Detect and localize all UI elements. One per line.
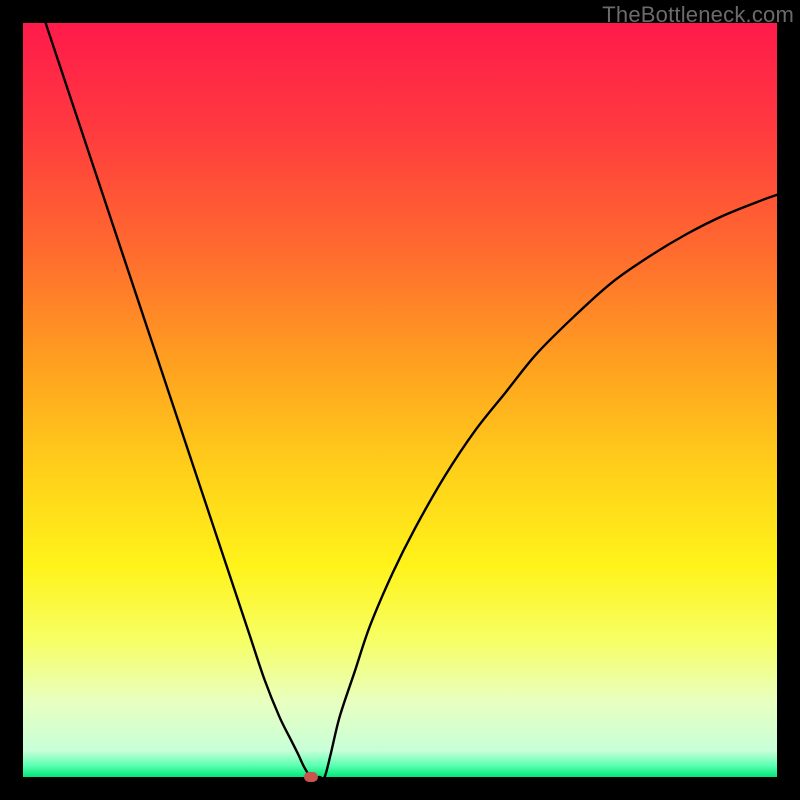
minimum-marker xyxy=(304,772,318,782)
chart-frame xyxy=(23,23,777,777)
watermark-text: TheBottleneck.com xyxy=(602,2,794,28)
chart-curve-layer xyxy=(23,23,777,777)
bottleneck-curve xyxy=(46,23,777,777)
